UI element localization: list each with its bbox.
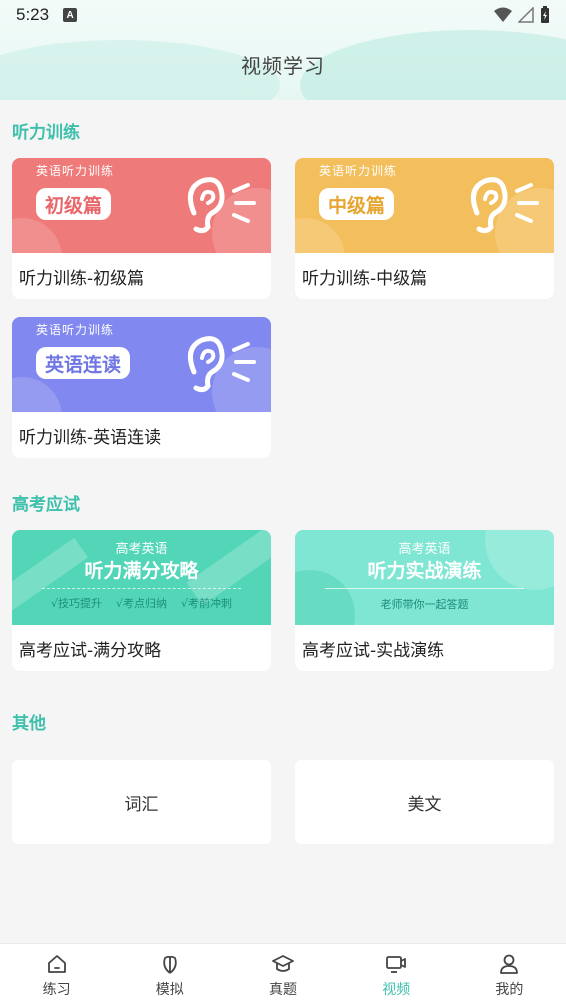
status-time: 5:23 — [16, 5, 50, 24]
course-card-practice[interactable]: 高考英语 听力实战演练 老师带你一起答题 高考应试-实战演练 — [295, 530, 554, 671]
status-bar: 5:23 A — [0, 0, 566, 30]
banner-subtitle: 高考英语 — [115, 542, 168, 557]
tab-label: 模拟 — [155, 982, 184, 998]
essay-card[interactable]: 美文 — [295, 760, 554, 844]
section-title-other: 其他 — [12, 714, 46, 734]
tab-video[interactable]: 视频 — [340, 944, 453, 1008]
banner-points: √技巧提升 √考点归纳 √考前冲刺 — [12, 595, 271, 611]
ear-icon — [470, 177, 539, 234]
course-label: 高考应试-实战演练 — [302, 640, 445, 661]
course-label: 高考应试-满分攻略 — [19, 640, 162, 661]
course-banner: 英语听力训练 英语连读 — [12, 317, 271, 412]
banner-note: 老师带你一起答题 — [380, 598, 469, 611]
video-icon — [386, 956, 407, 973]
banner-title: 中级篇 — [319, 188, 395, 220]
course-card-beginner[interactable]: 英语听力训练 初级篇 听力训练-初级篇 — [12, 158, 271, 299]
tab-label: 我的 — [495, 982, 524, 998]
course-banner: 高考英语 听力实战演练 老师带你一起答题 — [295, 530, 554, 625]
section-title-listening: 听力训练 — [12, 123, 80, 143]
section-title-exam: 高考应试 — [12, 495, 80, 515]
course-label: 听力训练-初级篇 — [19, 268, 145, 289]
course-card-intermediate[interactable]: 英语听力训练 中级篇 听力训练-中级篇 — [295, 158, 554, 299]
battery-icon — [541, 6, 549, 23]
home-icon — [47, 955, 66, 973]
notification-icon: A — [63, 8, 78, 22]
ear-icon — [187, 177, 256, 234]
user-icon — [500, 954, 519, 974]
banner-title: 英语连读 — [36, 347, 131, 379]
banner-point: √考点归纳 — [115, 597, 167, 610]
banner-divider — [42, 588, 241, 589]
tab-practice[interactable]: 练习 — [0, 944, 113, 1008]
page-title: 视频学习 — [241, 54, 325, 78]
signal-icon — [518, 7, 534, 23]
course-banner: 英语听力训练 中级篇 — [295, 158, 554, 253]
banner-title: 听力满分攻略 — [84, 560, 199, 582]
banner-subtitle: 英语听力训练 — [36, 323, 115, 337]
leaf-icon — [163, 955, 177, 974]
course-label: 听力训练-英语连读 — [19, 427, 162, 448]
course-card-full-score[interactable]: 高考英语 听力满分攻略 √技巧提升 √考点归纳 √考前冲刺 高考应试-满分攻略 — [12, 530, 271, 671]
ear-icon — [187, 336, 256, 393]
banner-subtitle: 英语听力训练 — [319, 164, 398, 178]
tab-mock[interactable]: 模拟 — [113, 944, 226, 1008]
course-banner: 高考英语 听力满分攻略 √技巧提升 √考点归纳 √考前冲刺 — [12, 530, 271, 625]
course-card-linking[interactable]: 英语听力训练 英语连读 听力训练-英语连读 — [12, 317, 271, 458]
course-label: 听力训练-中级篇 — [302, 268, 428, 289]
vocabulary-card[interactable]: 词汇 — [12, 760, 271, 844]
tab-label: 练习 — [42, 982, 71, 998]
tab-past-papers[interactable]: 真题 — [226, 944, 339, 1008]
tab-label: 真题 — [269, 982, 297, 998]
banner-title: 初级篇 — [36, 188, 112, 220]
banner-point: √技巧提升 — [50, 597, 102, 610]
graduation-cap-icon — [272, 955, 294, 972]
status-icons — [494, 6, 550, 24]
header: 5:23 A 视频学习 — [0, 0, 566, 100]
wifi-icon — [494, 7, 512, 22]
tab-label: 视频 — [382, 982, 411, 998]
course-banner: 英语听力训练 初级篇 — [12, 158, 271, 253]
banner-point: √考前冲刺 — [181, 597, 233, 610]
tab-profile[interactable]: 我的 — [453, 944, 566, 1008]
banner-subtitle: 英语听力训练 — [36, 164, 115, 178]
banner-title: 听力实战演练 — [367, 560, 482, 582]
bottom-tab-bar: 练习 模拟 真题 视频 我的 — [0, 943, 566, 1008]
banner-divider — [325, 588, 524, 589]
banner-subtitle: 高考英语 — [398, 542, 451, 557]
